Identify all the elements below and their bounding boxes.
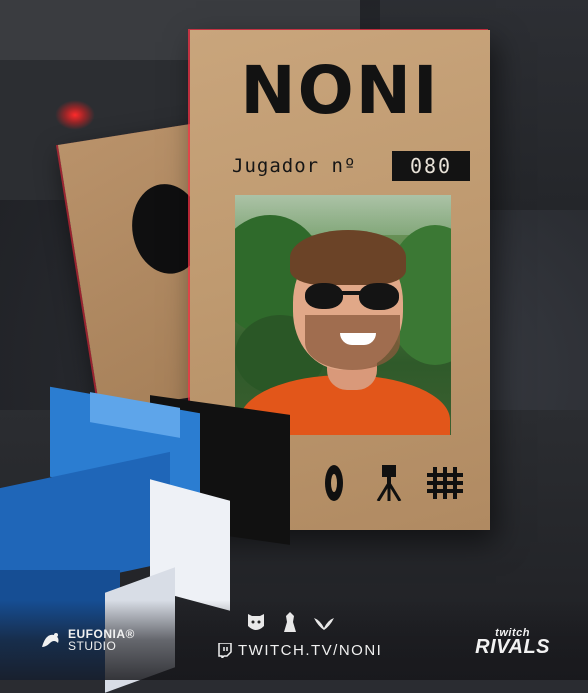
team-icons — [244, 610, 344, 638]
rivals-bottom: RIVALS — [475, 636, 550, 659]
red-light — [55, 100, 95, 130]
player-label: Jugador nº — [232, 155, 357, 177]
warrior-icon — [284, 612, 296, 632]
card-symbols — [325, 465, 485, 505]
twitch-url: TWITCH.TV/NONI — [238, 642, 383, 659]
twitch-rivals-logo: twitch RIVALS — [475, 627, 550, 659]
bear-badge-icon — [248, 614, 264, 630]
eufonia-mark-icon — [42, 633, 59, 647]
footer: EUFONIA® STUDIO TWITCH.TV/NONI twitch RI… — [0, 600, 588, 680]
twitch-icon — [218, 643, 232, 658]
eufonia-logo: EUFONIA® STUDIO — [40, 628, 135, 652]
hash-icon — [427, 467, 463, 499]
twitch-link[interactable]: TWITCH.TV/NONI — [218, 642, 382, 659]
wings-icon — [314, 618, 334, 630]
studio-sub: STUDIO — [68, 639, 117, 653]
player-name: NONI — [240, 52, 440, 129]
player-number: 080 — [392, 151, 470, 181]
tripod-icon — [376, 465, 402, 501]
